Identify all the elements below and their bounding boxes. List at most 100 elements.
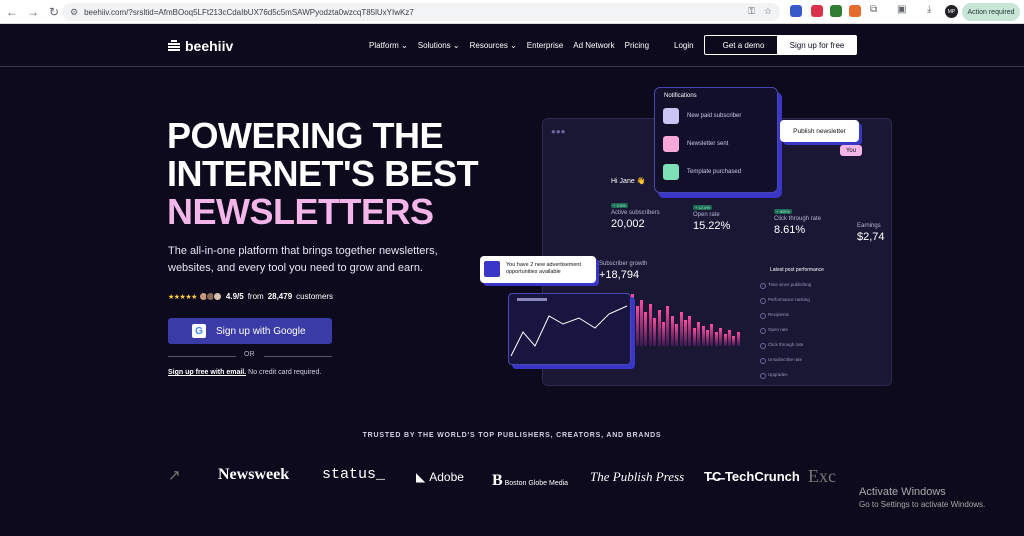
rating-value: 4.9/5 [225, 292, 244, 301]
perf-title: Latest post performance [770, 267, 824, 273]
logo-techcrunch: T̶C̶ TechCrunch [704, 469, 800, 484]
growth-bar [710, 324, 714, 346]
notifications-card: Notifications New paid subscriber Newsle… [654, 87, 778, 193]
metric-open-rate: + 12.4% Open rate 15.22% [693, 205, 730, 232]
logo-adobe-text: Adobe [429, 470, 464, 484]
browser-toolbar: ← → ↻ ⚙ beehiiv.com/?srsltid=AfmBOoq5LFt… [0, 0, 1024, 24]
logo-publish-press: The Publish Press [590, 469, 685, 484]
extension-icon[interactable] [811, 5, 823, 17]
metric-value: $2,74 [857, 231, 885, 243]
ad-opportunity-card: You have 2 new advertisement opportuniti… [480, 256, 596, 283]
metric-earnings: Earnings $2,74 [857, 223, 885, 243]
action-required-button[interactable]: Action required [962, 3, 1020, 21]
menu-item-enterprise[interactable]: Enterprise [527, 41, 563, 50]
hero-subtitle: The all-in-one platform that brings toge… [168, 245, 438, 274]
growth-bar [714, 332, 718, 346]
menu-item-pricing[interactable]: Pricing [625, 41, 649, 50]
extension-icon[interactable] [790, 5, 802, 17]
line-graph-svg [510, 298, 628, 357]
logo-adobe: ◣ Adobe [416, 470, 464, 484]
metric-label: Active subscribers [611, 210, 660, 216]
growth-bar [666, 306, 670, 346]
email-signup-link[interactable]: Sign up free with email. [168, 369, 246, 376]
logo-techcrunch-text: TechCrunch [724, 469, 800, 484]
beehiiv-logo[interactable]: beehiiv [168, 38, 233, 54]
customers-label: customers [296, 292, 334, 301]
notification-item: Template purchased [659, 160, 775, 184]
or-text: OR [244, 351, 255, 358]
window-dots-icon: ●●● [551, 127, 566, 136]
you-cursor-label: You [840, 145, 862, 156]
extension-icon[interactable] [849, 5, 861, 17]
address-bar[interactable]: ⚙ beehiiv.com/?srsltid=AfmBOoq5LFt213cCd… [62, 3, 780, 21]
menu-item-platform[interactable]: Platform ⌄ [369, 41, 408, 50]
site-info-icon[interactable]: ⚙ [70, 7, 78, 18]
growth-bar [728, 330, 731, 346]
or-divider: OR [168, 351, 332, 361]
login-link[interactable]: Login [674, 41, 694, 50]
subscriber-icon [663, 108, 679, 124]
partial-logo: Exc [808, 466, 836, 486]
growth-line-graph [508, 293, 631, 365]
menu-item-resources[interactable]: Resources ⌄ [470, 41, 517, 50]
template-icon [663, 164, 679, 180]
download-icon[interactable]: ⤓ [927, 4, 931, 15]
perf-item: Recipients [760, 312, 842, 319]
growth-bar [644, 312, 648, 346]
perf-item: Click through rate [760, 342, 842, 349]
logo-boston-globe: B Boston Globe Media [492, 472, 568, 490]
metric-subscribers: + 3.6% Active subscribers 20,002 [611, 203, 660, 230]
perf-item: Time since publishing [760, 282, 842, 289]
hero-heading: POWERING THE INTERNET'S BEST NEWSLETTERS [167, 115, 479, 231]
notification-text: Template purchased [687, 169, 742, 175]
get-demo-button[interactable]: Get a demo [704, 35, 783, 55]
menu-label: Platform [369, 41, 399, 50]
tab-search-icon[interactable]: ▣ [897, 4, 906, 15]
metric-tag: + 3.6% [611, 203, 628, 208]
google-icon: G [192, 324, 206, 338]
signup-free-button[interactable]: Sign up for free [777, 35, 857, 55]
star-rating-icon: ★★★★★ [168, 293, 197, 301]
logo-newsweek: Newsweek [218, 466, 290, 483]
hero-line-2: INTERNET'S BEST [167, 153, 479, 194]
logo-boston-globe-text: Boston Globe Media [504, 480, 569, 487]
forward-icon[interactable]: → [24, 3, 42, 21]
growth-bar [648, 304, 652, 346]
growth-bar [675, 324, 679, 346]
growth-bar [635, 306, 639, 346]
url-text: beehiiv.com/?srsltid=AfmBOoq5LFt213cCdaI… [84, 7, 414, 17]
growth-bar [631, 294, 635, 346]
profile-avatar[interactable]: MP [945, 5, 958, 18]
menu-label: Solutions [417, 41, 451, 50]
perf-item: Performance ranking [760, 297, 842, 304]
ad-icon [484, 261, 500, 277]
metric-value: 20,002 [611, 218, 645, 230]
ad-text: You have 2 new advertisement opportuniti… [506, 262, 582, 275]
growth-bar [684, 320, 687, 346]
growth-label: Subscriber growth [599, 261, 648, 267]
extensions-puzzle-icon[interactable]: ⧉ [870, 4, 877, 15]
google-signup-button[interactable]: G Sign up with Google [168, 318, 332, 344]
hero-line-1: POWERING THE [167, 115, 444, 156]
growth-bar [732, 336, 736, 346]
perf-item: Upgrades [760, 372, 842, 379]
growth-bar [736, 332, 740, 346]
metric-label: Open rate [693, 212, 720, 218]
back-icon[interactable]: ← [3, 3, 21, 21]
main-menu: Platform ⌄ Solutions ⌄ Resources ⌄ Enter… [369, 41, 659, 50]
extension-icon[interactable] [830, 5, 842, 17]
reload-icon[interactable]: ↻ [45, 3, 63, 21]
customers-count: 28,479 [267, 292, 293, 301]
adobe-icon: ◣ [416, 470, 426, 484]
metric-tag: + 300% [774, 209, 792, 214]
menu-item-ad-network[interactable]: Ad Network [573, 41, 614, 50]
trusted-heading: TRUSTED BY THE WORLD'S TOP PUBLISHERS, C… [362, 432, 662, 439]
perf-item: Open rate [760, 327, 842, 334]
bookmark-star-icon[interactable]: ☆ [764, 6, 772, 17]
notification-text: New paid subscriber [687, 113, 742, 119]
growth-bar [688, 316, 692, 346]
menu-item-solutions[interactable]: Solutions ⌄ [418, 41, 460, 50]
post-performance-list: Time since publishing Performance rankin… [760, 282, 842, 400]
key-icon[interactable]: ⚿ [748, 6, 755, 17]
metric-value: 15.22% [693, 220, 731, 232]
